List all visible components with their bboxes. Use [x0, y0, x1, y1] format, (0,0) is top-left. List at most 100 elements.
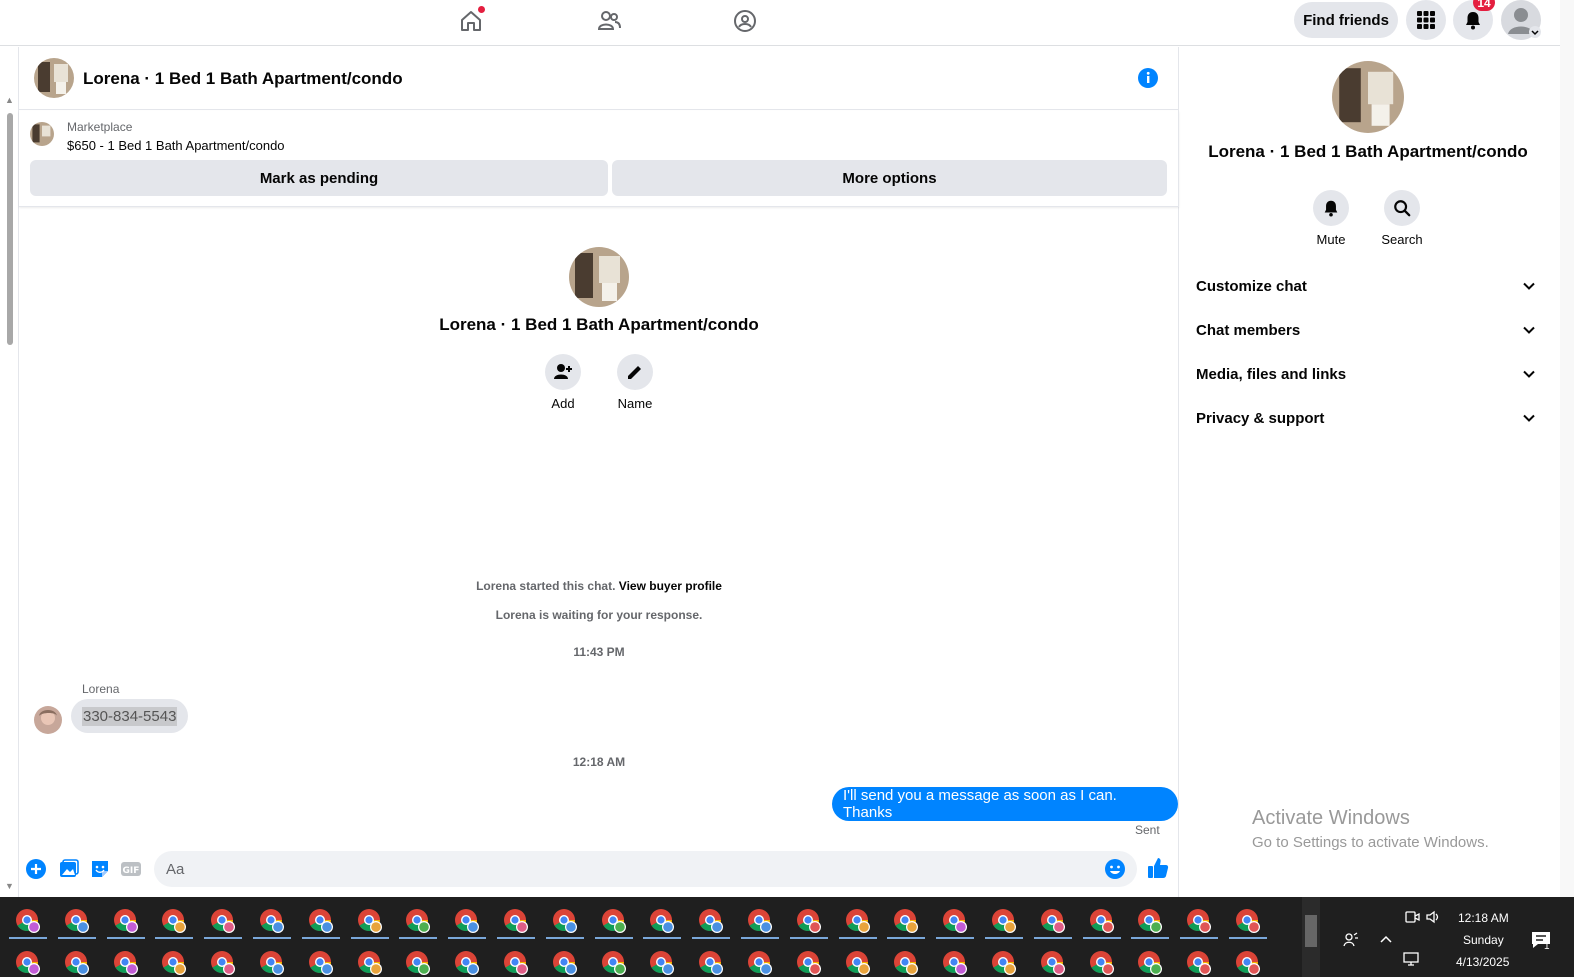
chrome-profile-icon[interactable] [63, 907, 91, 935]
clock-date[interactable]: 4/13/2025 [1456, 955, 1509, 969]
camera-icon[interactable] [1404, 909, 1420, 925]
taskbar-scrollbar[interactable] [1302, 897, 1320, 977]
section-media-files-links[interactable]: Media, files and links [1188, 352, 1544, 396]
chrome-profile-icon[interactable] [356, 907, 384, 935]
chrome-profile-icon[interactable] [1234, 907, 1262, 935]
find-friends-button[interactable]: Find friends [1294, 2, 1398, 38]
chrome-profile-icon[interactable] [746, 907, 774, 935]
chrome-profile-icon[interactable] [307, 949, 335, 977]
chrome-profile-icon[interactable] [941, 907, 969, 935]
chrome-profile-icon[interactable] [600, 907, 628, 935]
chrome-profile-icon[interactable] [356, 949, 384, 977]
chrome-profile-icon[interactable] [502, 949, 530, 977]
thumbs-up-icon[interactable] [1146, 856, 1170, 880]
chrome-profile-icon[interactable] [453, 907, 481, 935]
sender-avatar[interactable] [34, 706, 62, 734]
chrome-profile-icon[interactable] [1039, 907, 1067, 935]
section-customize-chat[interactable]: Customize chat [1188, 264, 1544, 308]
listing-title[interactable]: $650 - 1 Bed 1 Bath Apartment/condo [67, 138, 285, 153]
chrome-profile-icon[interactable] [990, 949, 1018, 977]
chrome-profile-icon[interactable] [63, 949, 91, 977]
chrome-profile-icon[interactable] [892, 907, 920, 935]
groups-icon[interactable] [728, 4, 762, 38]
search-button[interactable]: Search [1367, 190, 1437, 247]
menu-grid-icon[interactable] [1406, 0, 1446, 40]
chrome-profile-icon[interactable] [844, 949, 872, 977]
info-panel-avatar[interactable] [1332, 61, 1404, 133]
chrome-profile-icon[interactable] [1185, 949, 1213, 977]
chrome-profile-icon[interactable] [160, 949, 188, 977]
chrome-profile-icon[interactable] [453, 949, 481, 977]
listing-thumbnail[interactable] [30, 122, 54, 146]
scroll-thumb[interactable] [7, 113, 13, 345]
people-icon[interactable] [1342, 931, 1360, 949]
plus-circle-icon[interactable] [25, 858, 47, 880]
chrome-profile-icon[interactable] [209, 949, 237, 977]
chrome-profile-icon[interactable] [648, 907, 676, 935]
chrome-profile-icon[interactable] [795, 907, 823, 935]
network-icon[interactable] [1402, 951, 1420, 967]
emoji-icon[interactable] [1104, 858, 1126, 880]
chat-avatar[interactable] [34, 58, 74, 98]
chrome-profile-icon[interactable] [1234, 949, 1262, 977]
account-avatar[interactable] [1501, 0, 1541, 40]
chrome-profile-icon[interactable] [1088, 949, 1116, 977]
clock-day[interactable]: Sunday [1463, 933, 1504, 947]
chat-title[interactable]: Lorena · 1 Bed 1 Bath Apartment/condo [83, 69, 403, 89]
home-icon[interactable] [454, 4, 488, 38]
chrome-profile-icon[interactable] [1136, 949, 1164, 977]
scroll-down-arrow[interactable]: ▼ [5, 881, 14, 891]
chrome-profile-icon[interactable] [258, 949, 286, 977]
volume-icon[interactable] [1425, 909, 1441, 925]
edit-name-button[interactable]: Name [605, 354, 665, 411]
chrome-profile-icon[interactable] [1136, 907, 1164, 935]
chrome-profile-icon[interactable] [795, 949, 823, 977]
chrome-profile-icon[interactable] [112, 907, 140, 935]
incoming-message[interactable]: 330-834-5543 [71, 699, 189, 733]
page-scrollbar[interactable] [1560, 0, 1574, 897]
mark-as-pending-button[interactable]: Mark as pending [30, 160, 608, 196]
chrome-profile-icon[interactable] [990, 907, 1018, 935]
chat-profile-avatar[interactable] [569, 247, 629, 307]
chrome-profile-icon[interactable] [697, 949, 725, 977]
chrome-profile-icon[interactable] [1039, 949, 1067, 977]
chrome-profile-icon[interactable] [160, 907, 188, 935]
chrome-profile-icon[interactable] [209, 907, 237, 935]
friends-icon[interactable] [592, 4, 626, 38]
outgoing-message[interactable]: I'll send you a message as soon as I can… [832, 787, 1178, 821]
chrome-profile-icon[interactable] [1088, 907, 1116, 935]
chrome-profile-icon[interactable] [404, 907, 432, 935]
chrome-profile-icon[interactable] [502, 907, 530, 935]
chrome-profile-icon[interactable] [892, 949, 920, 977]
chat-scrollbar[interactable]: ▲ ▼ [2, 95, 16, 895]
chrome-profile-icon[interactable] [258, 907, 286, 935]
chrome-profile-icon[interactable] [14, 949, 42, 977]
section-privacy-support[interactable]: Privacy & support [1188, 396, 1544, 440]
section-chat-members[interactable]: Chat members [1188, 308, 1544, 352]
scroll-up-arrow[interactable]: ▲ [5, 95, 14, 105]
gif-icon[interactable]: GIF [120, 858, 142, 880]
chevron-up-icon[interactable] [1379, 933, 1393, 947]
info-icon[interactable] [1137, 67, 1159, 89]
chrome-profile-icon[interactable] [404, 949, 432, 977]
chrome-profile-icon[interactable] [551, 949, 579, 977]
chrome-profile-icon[interactable] [14, 907, 42, 935]
sticker-icon[interactable] [89, 858, 111, 880]
notifications-button[interactable]: 14 [1453, 0, 1495, 40]
more-options-button[interactable]: More options [612, 160, 1167, 196]
chrome-profile-icon[interactable] [648, 949, 676, 977]
add-people-button[interactable]: Add [533, 354, 593, 411]
clock-time[interactable]: 12:18 AM [1458, 911, 1509, 925]
chrome-profile-icon[interactable] [307, 907, 335, 935]
chrome-profile-icon[interactable] [1185, 907, 1213, 935]
photo-icon[interactable] [58, 858, 80, 880]
view-buyer-profile-link[interactable]: View buyer profile [619, 579, 722, 593]
chrome-profile-icon[interactable] [844, 907, 872, 935]
chrome-profile-icon[interactable] [600, 949, 628, 977]
chrome-profile-icon[interactable] [697, 907, 725, 935]
chrome-profile-icon[interactable] [746, 949, 774, 977]
chrome-profile-icon[interactable] [941, 949, 969, 977]
message-input[interactable] [166, 851, 1086, 887]
chrome-profile-icon[interactable] [551, 907, 579, 935]
mute-button[interactable]: Mute [1296, 190, 1366, 247]
